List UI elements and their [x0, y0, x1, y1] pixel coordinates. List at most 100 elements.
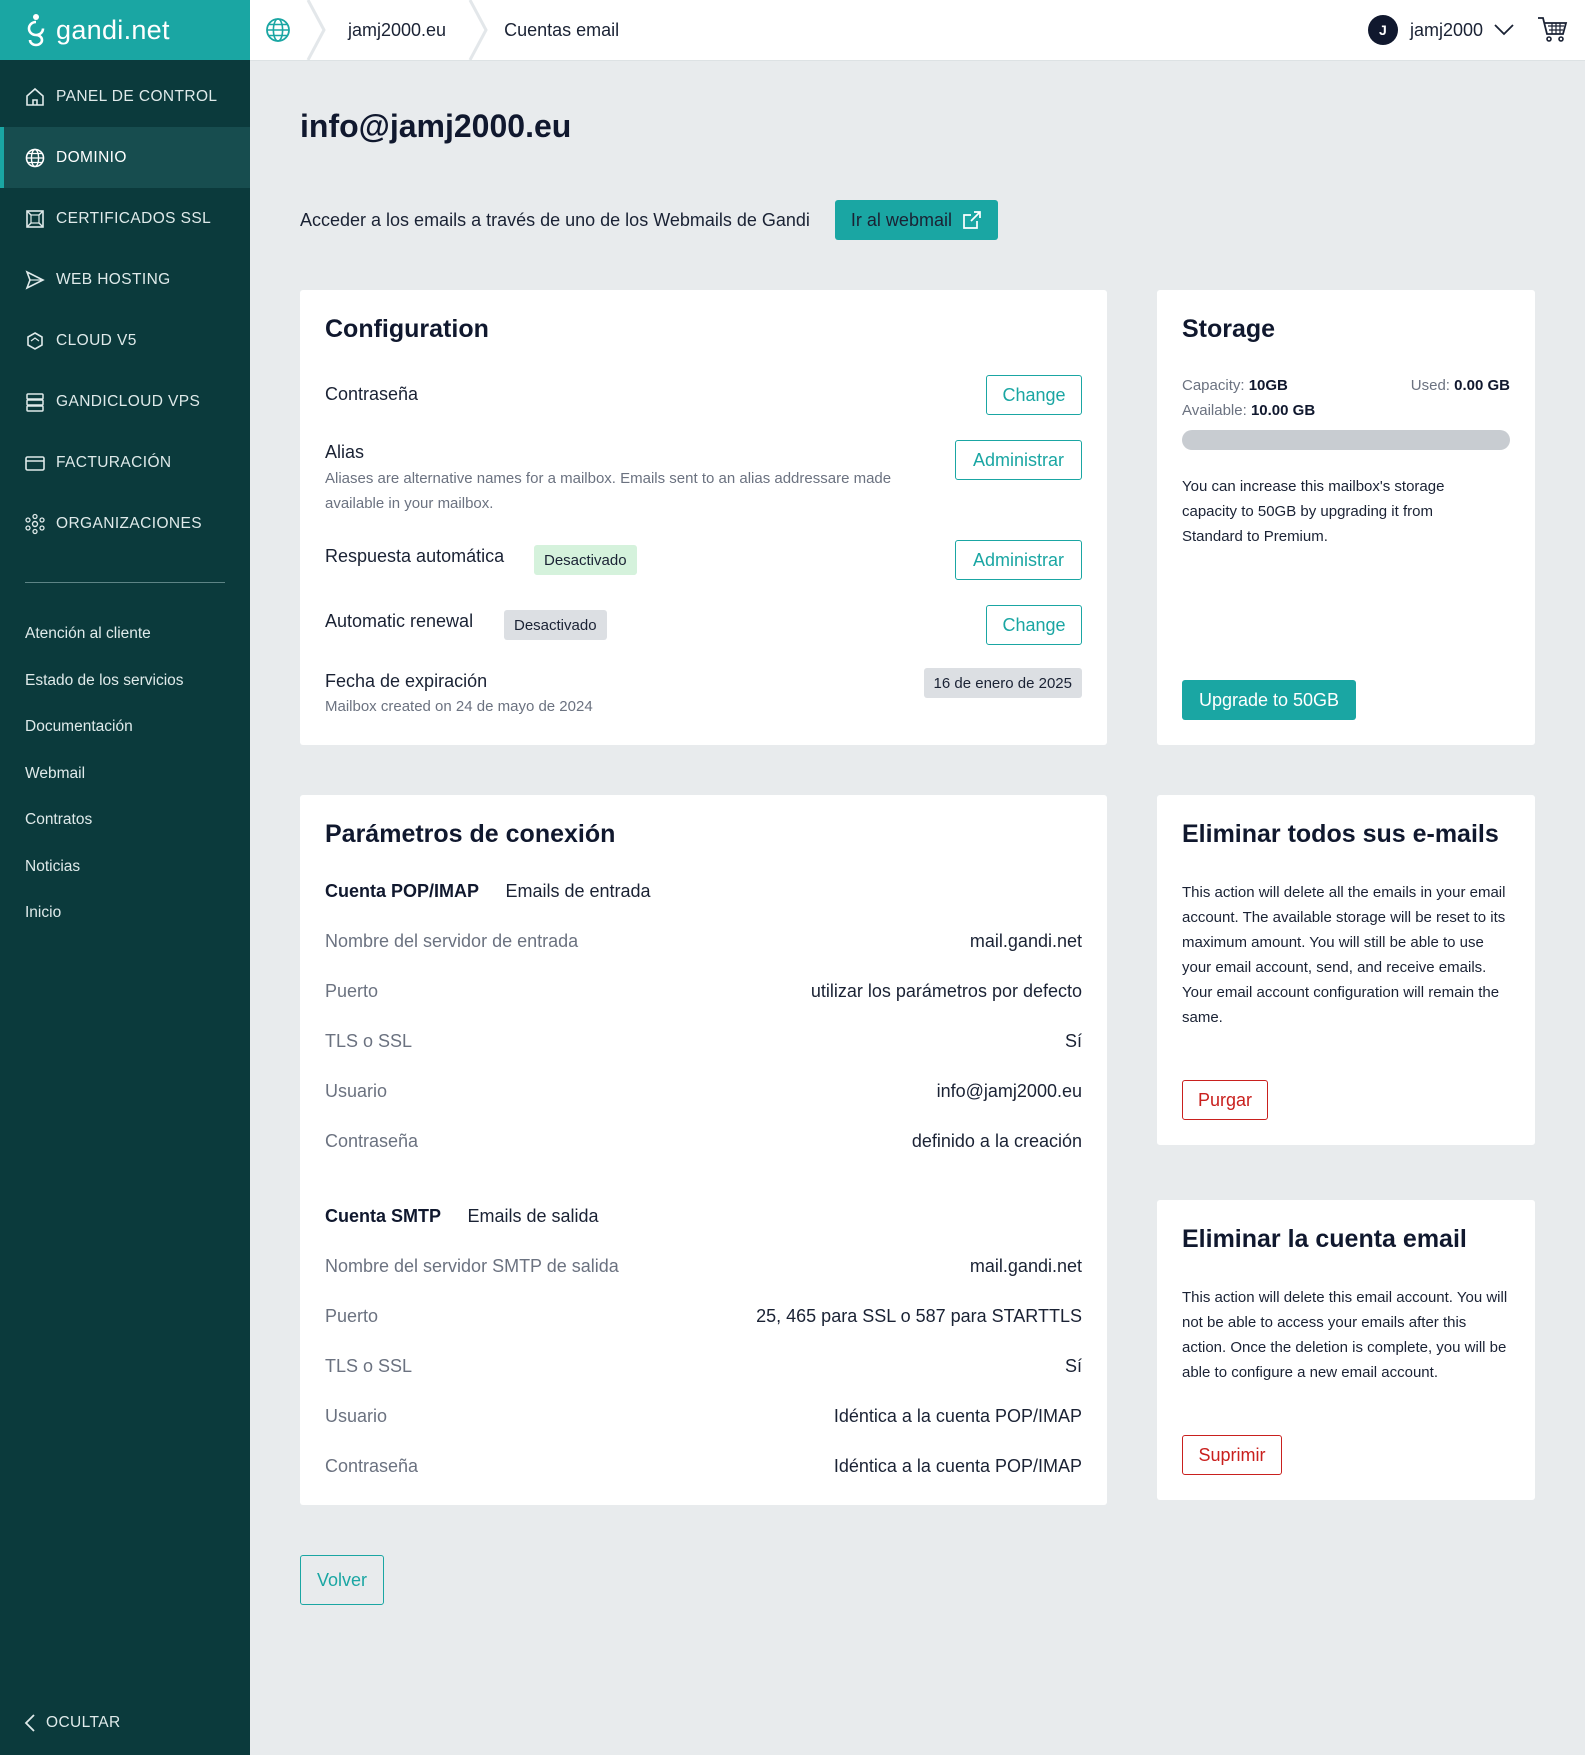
sidebar-item-label: PANEL DE CONTROL — [56, 87, 218, 105]
pop-row-key: Usuario — [325, 1081, 388, 1101]
sidebar-item-panel[interactable]: PANEL DE CONTROL — [0, 66, 250, 127]
sidebar-item-domain[interactable]: DOMINIO — [0, 127, 250, 188]
purge-text: This action will delete all the emails i… — [1182, 884, 1506, 1026]
smtp-row-key: TLS o SSL — [325, 1356, 413, 1376]
sidebar-item-label: ORGANIZACIONES — [56, 514, 202, 532]
webmail-line: Acceder a los emails a través de uno de … — [300, 200, 998, 240]
smtp-section-header: Cuenta SMTP Emails de salida — [325, 1206, 599, 1227]
configuration-card: Configuration Contraseña Change Alias Al… — [300, 290, 1107, 745]
link-news[interactable]: Noticias — [0, 844, 250, 891]
sidebar-item-organizations[interactable]: ORGANIZACIONES — [0, 493, 250, 554]
link-contracts[interactable]: Contratos — [0, 797, 250, 844]
pop-row-value: info@jamj2000.eu — [936, 1081, 1082, 1101]
topbar: jamj2000.eu Cuentas email J jamj2000 — [250, 0, 1585, 60]
pop-heading: Cuenta POP/IMAP — [325, 881, 480, 901]
go-to-webmail-button[interactable]: Ir al webmail — [834, 200, 998, 240]
sidebar-item-webhosting[interactable]: WEB HOSTING — [0, 249, 250, 310]
pop-row-value: Sí — [1064, 1031, 1082, 1051]
smtp-row-value: Idéntica a la cuenta POP/IMAP — [833, 1456, 1082, 1476]
connection-title: Parámetros de conexión — [325, 820, 616, 848]
sidebar-nav: PANEL DE CONTROL DOMINIO CERTIFICADOS SS… — [0, 66, 250, 554]
smtp-row-value: Idéntica a la cuenta POP/IMAP — [833, 1406, 1082, 1426]
storage-title: Storage — [1182, 315, 1276, 343]
capacity-value: 10GB — [1248, 377, 1288, 394]
change-renewal-button[interactable]: Change — [986, 605, 1082, 645]
breadcrumb-email-accounts[interactable]: Cuentas email — [490, 20, 633, 41]
globe-icon — [25, 148, 45, 167]
hide-sidebar-button[interactable]: OCULTAR — [24, 1713, 121, 1733]
delete-account-button[interactable]: Suprimir — [1182, 1435, 1282, 1475]
smtp-row-key: Usuario — [325, 1406, 388, 1426]
storage-card: Storage Capacity: 10GB Used: 0.00 GB Ava… — [1157, 290, 1535, 745]
pop-row-value: utilizar los parámetros por defecto — [810, 981, 1082, 1001]
available-row: Available: 10.00 GB — [1182, 402, 1315, 419]
purge-button[interactable]: Purgar — [1182, 1080, 1268, 1120]
smtp-subheading: Emails de salida — [467, 1206, 599, 1226]
go-to-webmail-label: Ir al webmail — [850, 209, 952, 230]
link-service-status[interactable]: Estado de los servicios — [0, 658, 250, 705]
upgrade-storage-button[interactable]: Upgrade to 50GB — [1182, 680, 1356, 720]
renewal-label: Automatic renewal — [325, 611, 474, 631]
link-support[interactable]: Atención al cliente — [0, 611, 250, 658]
autoreply-status-badge: Desactivado — [534, 545, 637, 575]
alias-description: Aliases are alternative names for a mail… — [325, 470, 892, 512]
manage-alias-button[interactable]: Administrar — [955, 440, 1082, 480]
back-button[interactable]: Volver — [300, 1555, 384, 1605]
pop-row-key: TLS o SSL — [325, 1031, 413, 1051]
breadcrumb-home[interactable] — [250, 0, 306, 60]
pop-row-value: definido a la creación — [911, 1131, 1082, 1151]
smtp-row-key: Nombre del servidor SMTP de salida — [325, 1256, 619, 1276]
globe-icon — [266, 18, 290, 42]
breadcrumb-domain[interactable]: jamj2000.eu — [328, 20, 468, 41]
sidebar-item-label: DOMINIO — [56, 148, 127, 166]
sidebar-item-label: GANDICLOUD VPS — [56, 392, 201, 410]
cart-icon[interactable] — [1537, 16, 1569, 44]
sidebar-item-label: CLOUD V5 — [56, 331, 137, 349]
chevron-down-icon — [1494, 24, 1514, 36]
sidebar-item-billing[interactable]: FACTURACIÓN — [0, 432, 250, 493]
home-icon — [26, 87, 44, 106]
delete-title: Eliminar la cuenta email — [1182, 1225, 1467, 1253]
sidebar-item-cloud[interactable]: CLOUD V5 — [0, 310, 250, 371]
server-icon — [26, 392, 44, 412]
change-password-button[interactable]: Change — [986, 375, 1082, 415]
smtp-heading: Cuenta SMTP — [325, 1206, 442, 1226]
delete-text: This action will delete this email accou… — [1182, 1289, 1508, 1381]
available-value: 10.00 GB — [1250, 402, 1316, 419]
pop-row-key: Contraseña — [325, 1131, 419, 1151]
expiry-date-badge: 16 de enero de 2025 — [923, 668, 1082, 698]
link-documentation[interactable]: Documentación — [0, 704, 250, 751]
chevron-left-icon — [24, 1714, 35, 1732]
password-label: Contraseña — [325, 384, 419, 404]
used-row: Used: 0.00 GB — [1411, 377, 1510, 394]
organization-icon — [25, 513, 45, 534]
purge-card: Eliminar todos sus e-mails This action w… — [1157, 795, 1535, 1145]
user-menu[interactable]: J jamj2000 — [1367, 0, 1569, 60]
used-label: Used: — [1410, 377, 1450, 394]
pop-row-key: Puerto — [325, 981, 379, 1001]
storage-progress-bar — [1182, 430, 1510, 450]
hide-sidebar-label: OCULTAR — [46, 1714, 121, 1731]
sidebar-item-ssl[interactable]: CERTIFICADOS SSL — [0, 188, 250, 249]
link-home[interactable]: Inicio — [0, 890, 250, 937]
connection-card: Parámetros de conexión Cuenta POP/IMAP E… — [300, 795, 1107, 1505]
sidebar-item-vps[interactable]: GANDICLOUD VPS — [0, 371, 250, 432]
configuration-title: Configuration — [325, 315, 489, 343]
page-title: info@jamj2000.eu — [300, 108, 572, 144]
delete-account-card: Eliminar la cuenta email This action wil… — [1157, 1200, 1535, 1500]
paper-plane-icon — [25, 269, 45, 290]
manage-autoreply-button[interactable]: Administrar — [955, 540, 1082, 580]
sidebar-item-label: CERTIFICADOS SSL — [56, 209, 212, 227]
brand-logo[interactable]: gandi.net — [0, 0, 250, 60]
sidebar-divider — [25, 582, 225, 583]
renewal-status-badge: Desactivado — [504, 610, 607, 640]
alias-label: Alias — [325, 442, 365, 462]
link-webmail[interactable]: Webmail — [0, 751, 250, 798]
cloud-hex-icon — [27, 331, 43, 350]
gandi-logo-icon — [27, 14, 45, 47]
external-link-icon — [963, 211, 981, 229]
capacity-row: Capacity: 10GB — [1182, 377, 1288, 394]
smtp-row-value: mail.gandi.net — [969, 1256, 1082, 1276]
autoreply-label: Respuesta automática — [325, 546, 505, 566]
storage-info-text: You can increase this mailbox's storage … — [1182, 478, 1445, 545]
